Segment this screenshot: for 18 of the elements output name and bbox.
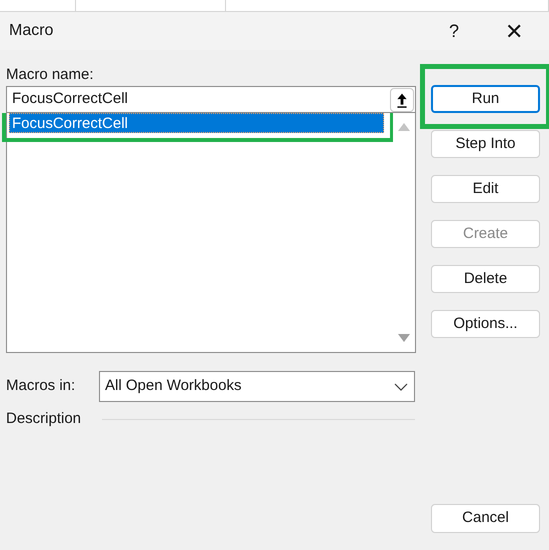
chevron-down-icon	[394, 382, 408, 390]
macro-list-item[interactable]: FocusCorrectCell	[9, 113, 384, 133]
field-label: Macros in:	[6, 376, 76, 396]
dialog-button[interactable]: Options...	[431, 310, 540, 338]
window-title: Macro	[9, 21, 54, 41]
dialog-button[interactable]: Delete	[431, 265, 540, 293]
section-label: Description	[6, 409, 82, 429]
field-label: Macro name:	[6, 65, 95, 85]
macro-name-field[interactable]: FocusCorrectCell	[6, 86, 416, 113]
dialog-button[interactable]: Step Into	[431, 130, 540, 158]
close-button[interactable]: ✕	[499, 14, 529, 48]
help-button[interactable]: ?	[439, 18, 469, 44]
text-input[interactable]: FocusCorrectCell	[7, 88, 389, 110]
down-arrow-icon[interactable]	[398, 334, 410, 342]
dialog-button[interactable]: Run	[431, 85, 540, 113]
macros-in-dropdown[interactable]: All Open Workbooks	[99, 371, 415, 402]
dialog-button[interactable]: Edit	[431, 175, 540, 203]
cancel-button[interactable]: Cancel	[431, 504, 540, 532]
